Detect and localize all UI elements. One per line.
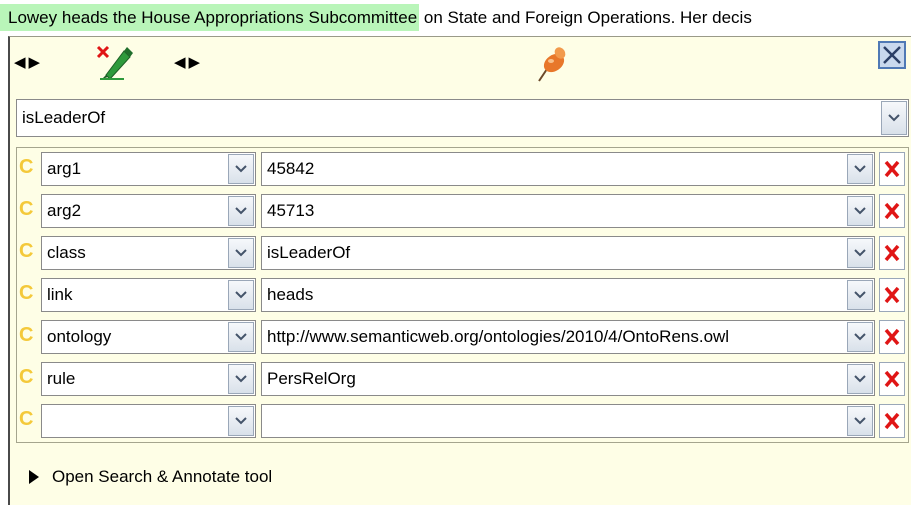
feature-name-value: arg1 (47, 159, 82, 178)
feature-status-mark: C (19, 282, 34, 304)
annotation-type-select[interactable]: isLeaderOf (16, 99, 909, 137)
close-icon (883, 46, 901, 64)
annotation-type-value: isLeaderOf (22, 108, 106, 127)
chevron-down-icon[interactable] (847, 280, 873, 310)
feature-name-value: link (47, 285, 73, 304)
pencil-delete-icon[interactable] (94, 41, 134, 81)
feature-value-select[interactable]: 45842 (261, 152, 875, 186)
feature-name-select[interactable]: rule (41, 362, 256, 396)
chevron-down-icon[interactable] (881, 101, 907, 135)
feature-name-select[interactable] (41, 404, 256, 438)
feature-row: Cclass isLeaderOf (17, 234, 908, 272)
feature-value-select[interactable]: heads (261, 278, 875, 312)
feature-status-mark: C (19, 408, 34, 430)
chevron-down-icon[interactable] (847, 154, 873, 184)
feature-status-mark: C (19, 324, 34, 346)
chevron-down-icon[interactable] (228, 280, 254, 310)
nav-arrows-left-icon[interactable]: ◀▶ (14, 53, 43, 71)
feature-value: 45713 (267, 201, 315, 220)
feature-value: heads (267, 285, 314, 304)
document-text-line: Lowey heads the House Appropriations Sub… (0, 0, 911, 36)
open-search-toggle[interactable]: Open Search & Annotate tool (28, 467, 272, 487)
annotation-editor-panel: ◀▶ ◀▶ isLeaderOf Carg1 45842 C arg2 4571… (8, 36, 911, 505)
feature-value (267, 405, 840, 437)
highlighted-annotation[interactable]: Lowey heads the House Appropriations Sub… (0, 4, 420, 31)
feature-name-select[interactable]: ontology (41, 320, 256, 354)
feature-row: Carg1 45842 (17, 150, 908, 188)
chevron-down-icon[interactable] (228, 364, 254, 394)
chevron-down-icon[interactable] (228, 322, 254, 352)
feature-row: Clink heads (17, 276, 908, 314)
remove-feature-button[interactable] (879, 362, 905, 396)
feature-status-mark: C (19, 366, 34, 388)
chevron-down-icon[interactable] (847, 196, 873, 226)
remove-feature-button[interactable] (879, 236, 905, 270)
chevron-down-icon[interactable] (847, 322, 873, 352)
chevron-down-icon[interactable] (847, 364, 873, 394)
nav-arrows-right-icon[interactable]: ◀▶ (174, 53, 203, 71)
remove-feature-button[interactable] (879, 152, 905, 186)
feature-value: http://www.semanticweb.org/ontologies/20… (267, 327, 730, 346)
pushpin-icon[interactable] (535, 45, 569, 83)
feature-row: Contology http://www.semanticweb.org/onto… (17, 318, 908, 356)
remove-feature-button[interactable] (879, 194, 905, 228)
triangle-right-icon (29, 470, 39, 484)
feature-value-select[interactable]: PersRelOrg (261, 362, 875, 396)
remove-feature-button[interactable] (879, 320, 905, 354)
chevron-down-icon[interactable] (228, 196, 254, 226)
feature-value-select[interactable]: isLeaderOf (261, 236, 875, 270)
document-text-rest: on State and Foreign Operations. Her dec… (419, 8, 752, 27)
feature-value-select[interactable] (261, 404, 875, 438)
feature-value: isLeaderOf (267, 243, 351, 262)
feature-name-value: ontology (47, 327, 112, 346)
chevron-down-icon[interactable] (228, 238, 254, 268)
feature-name-value: rule (47, 369, 76, 388)
feature-name-select[interactable]: arg1 (41, 152, 256, 186)
feature-row: Carg2 45713 (17, 192, 908, 230)
feature-value: 45842 (267, 159, 315, 178)
feature-status-mark: C (19, 198, 34, 220)
feature-name-value (47, 405, 221, 437)
feature-name-select[interactable]: link (41, 278, 256, 312)
feature-value: PersRelOrg (267, 369, 356, 388)
open-search-label: Open Search & Annotate tool (52, 467, 273, 486)
remove-feature-button[interactable] (879, 404, 905, 438)
feature-name-value: class (47, 243, 86, 262)
close-button[interactable] (878, 41, 906, 69)
feature-table: Carg1 45842 Carg2 45713 Cclass isLeaderOf Clin… (16, 147, 909, 443)
feature-name-value: arg2 (47, 201, 82, 220)
feature-name-select[interactable]: class (41, 236, 256, 270)
feature-value-select[interactable]: http://www.semanticweb.org/ontologies/20… (261, 320, 875, 354)
chevron-down-icon[interactable] (847, 238, 873, 268)
feature-value-select[interactable]: 45713 (261, 194, 875, 228)
chevron-down-icon[interactable] (228, 406, 254, 436)
feature-row: Crule PersRelOrg (17, 360, 908, 398)
feature-name-select[interactable]: arg2 (41, 194, 256, 228)
feature-row: C (17, 402, 908, 440)
feature-status-mark: C (19, 240, 34, 262)
feature-status-mark: C (19, 156, 34, 178)
chevron-down-icon[interactable] (228, 154, 254, 184)
remove-feature-button[interactable] (879, 278, 905, 312)
chevron-down-icon[interactable] (847, 406, 873, 436)
